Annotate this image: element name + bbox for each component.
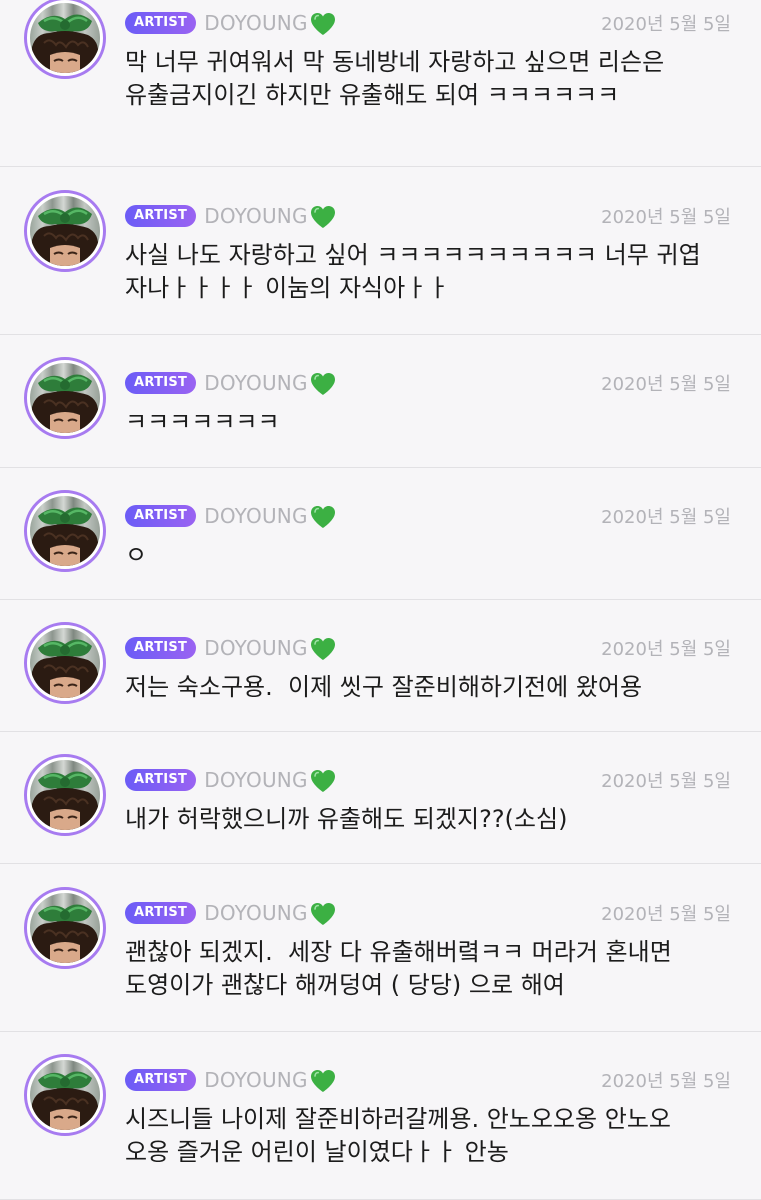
username[interactable]: DOYOUNG [204,1068,307,1092]
green-heart-icon [309,504,337,530]
artist-badge: ARTIST [125,637,197,659]
artist-avatar[interactable] [24,622,106,704]
username[interactable]: DOYOUNG [204,204,307,228]
green-heart-icon [309,636,337,662]
comment-item[interactable]: ARTIST DOYOUNG 2020년 5월 5일 내가 허락했으니까 유출해… [0,732,761,864]
avatar-photo [30,3,100,73]
username[interactable]: DOYOUNG [204,11,307,35]
comment-feed: ARTIST DOYOUNG 2020년 5월 5일 막 너무 귀여워서 막 동… [0,0,761,1200]
post-date: 2020년 5월 5일 [601,507,731,528]
username[interactable]: DOYOUNG [204,768,307,792]
post-date: 2020년 5월 5일 [601,207,731,228]
artist-badge: ARTIST [125,12,197,34]
comment-message: ㅇ [125,541,148,569]
post-date: 2020년 5월 5일 [601,771,731,792]
comment-message: ㅋㅋㅋㅋㅋㅋㅋ [125,408,280,436]
username[interactable]: DOYOUNG [204,504,307,528]
comment-header: ARTIST DOYOUNG [125,1065,337,1095]
artist-avatar[interactable] [24,887,106,969]
artist-avatar[interactable] [24,190,106,272]
comment-item[interactable]: ARTIST DOYOUNG 2020년 5월 5일 저는 숙소구용. 이제 씻… [0,600,761,732]
green-heart-icon [309,11,337,37]
post-date: 2020년 5월 5일 [601,1071,731,1092]
avatar-photo [30,496,100,566]
comment-item[interactable]: ARTIST DOYOUNG 2020년 5월 5일 ㅋㅋㅋㅋㅋㅋㅋ [0,335,761,468]
comment-header: ARTIST DOYOUNG [125,368,337,398]
artist-avatar[interactable] [24,357,106,439]
green-heart-icon [309,204,337,230]
username[interactable]: DOYOUNG [204,371,307,395]
artist-badge: ARTIST [125,1069,197,1091]
post-date: 2020년 5월 5일 [601,639,731,660]
artist-badge: ARTIST [125,902,197,924]
username[interactable]: DOYOUNG [204,901,307,925]
artist-badge: ARTIST [125,372,197,394]
avatar-photo [30,1060,100,1130]
artist-badge: ARTIST [125,205,197,227]
artist-avatar[interactable] [24,1054,106,1136]
avatar-photo [30,760,100,830]
comment-item[interactable]: ARTIST DOYOUNG 2020년 5월 5일 막 너무 귀여워서 막 동… [0,0,761,167]
post-date: 2020년 5월 5일 [601,14,731,35]
artist-badge: ARTIST [125,505,197,527]
comment-item[interactable]: ARTIST DOYOUNG 2020년 5월 5일 괜찮아 되겠지. 세장 다… [0,864,761,1032]
artist-avatar[interactable] [24,0,106,79]
comment-header: ARTIST DOYOUNG [125,201,337,231]
artist-avatar[interactable] [24,490,106,572]
artist-avatar[interactable] [24,754,106,836]
green-heart-icon [309,1068,337,1094]
comment-message: 시즈니들 나이제 잘준비하러갈께용. 안노오오옹 안노오 오옹 즐거운 어린이 … [125,1105,671,1166]
avatar-photo [30,363,100,433]
green-heart-icon [309,371,337,397]
comment-header: ARTIST DOYOUNG [125,8,337,38]
username[interactable]: DOYOUNG [204,636,307,660]
post-date: 2020년 5월 5일 [601,374,731,395]
artist-badge: ARTIST [125,769,197,791]
comment-item[interactable]: ARTIST DOYOUNG 2020년 5월 5일 ㅇ [0,468,761,600]
comment-header: ARTIST DOYOUNG [125,501,337,531]
comment-message: 괜찮아 되겠지. 세장 다 유출해버렼ㅋㅋ 머라거 혼내면 도영이가 괜찮다 해… [125,938,672,999]
comment-message: 내가 허락했으니까 유출해도 되겠지??(소심) [125,805,568,833]
comment-message: 사실 나도 자랑하고 싶어 ㅋㅋㅋㅋㅋㅋㅋㅋㅋㅋ 너무 귀엽 자나ㅏㅏㅏㅏ 이눔… [125,241,701,302]
avatar-photo [30,628,100,698]
comment-header: ARTIST DOYOUNG [125,633,337,663]
avatar-photo [30,196,100,266]
comment-message: 저는 숙소구용. 이제 씻구 잘준비해하기전에 왔어용 [125,673,643,701]
avatar-photo [30,893,100,963]
post-date: 2020년 5월 5일 [601,904,731,925]
comment-item[interactable]: ARTIST DOYOUNG 2020년 5월 5일 사실 나도 자랑하고 싶어… [0,167,761,335]
comment-header: ARTIST DOYOUNG [125,765,337,795]
green-heart-icon [309,901,337,927]
comment-header: ARTIST DOYOUNG [125,898,337,928]
comment-item[interactable]: ARTIST DOYOUNG 2020년 5월 5일 시즈니들 나이제 잘준비하… [0,1032,761,1200]
green-heart-icon [309,768,337,794]
comment-message: 막 너무 귀여워서 막 동네방네 자랑하고 싶으면 리슨은 유출금지이긴 하지만… [125,48,665,109]
